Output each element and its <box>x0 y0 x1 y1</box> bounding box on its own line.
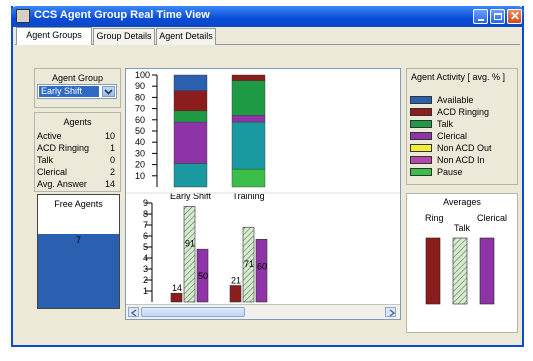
legend-swatch <box>410 168 432 176</box>
stacked-tick-label: 90 <box>135 81 145 91</box>
free-agents-heading: Free Agents <box>54 199 103 209</box>
stacked-segment <box>231 121 266 170</box>
grouped-tick-label: 6 <box>143 231 148 241</box>
stacked-tick-label: 60 <box>135 115 145 125</box>
horizontal-scrollbar[interactable] <box>126 304 400 319</box>
agents-ringing-label: ACD Ringing <box>37 143 90 153</box>
grouped-tick-label: 2 <box>143 275 148 285</box>
agents-active-label: Active <box>37 131 62 141</box>
grouped-bar-value: 91 <box>185 238 195 248</box>
legend-label: Non ACD In <box>437 155 485 165</box>
legend-swatch <box>410 132 432 140</box>
agents-ringing-value: 1 <box>109 143 115 153</box>
grouped-tick-label: 5 <box>143 242 148 252</box>
app-icon <box>16 9 30 23</box>
agents-talk-value: 0 <box>109 155 115 165</box>
maximize-icon <box>494 13 502 20</box>
legend-label: Available <box>437 95 474 105</box>
averages-clerical-label: Clerical <box>477 213 508 223</box>
close-icon: ✕ <box>510 9 521 23</box>
chevron-down-icon[interactable] <box>102 86 115 97</box>
stacked-segment <box>173 163 208 188</box>
title-bar[interactable]: CCS Agent Group Real Time View ✕ <box>11 6 524 27</box>
maximize-button[interactable] <box>490 9 505 24</box>
grouped-bar <box>183 206 196 303</box>
grouped-tick-label: 1 <box>143 286 148 296</box>
legend-swatch <box>410 156 432 164</box>
grouped-bar-value: 60 <box>257 261 267 271</box>
tab-group-details[interactable]: Group Details <box>93 28 155 45</box>
chart-panel: 100 90 80 70 60 50 40 30 20 10 Early Shift Training… <box>125 68 401 320</box>
averages-talk-bar <box>452 237 468 305</box>
averages-bars <box>425 237 495 305</box>
grouped-bar-value: 71 <box>244 259 254 269</box>
stacked-segment <box>173 121 208 164</box>
stacked-tick-label: 20 <box>135 160 145 170</box>
stacked-tick-label: 30 <box>135 148 145 158</box>
grouped-tick-label: 3 <box>143 264 148 274</box>
agents-avg-answer-label: Avg. Answer <box>37 179 87 189</box>
close-button[interactable]: ✕ <box>507 9 522 24</box>
grouped-tick-label: 7 <box>143 220 148 230</box>
agent-group-selected: Early Shift <box>39 86 99 97</box>
legend-label: ACD Ringing <box>437 107 490 117</box>
grouped-bar-value: 21 <box>231 276 241 286</box>
grouped-bar-value: 50 <box>198 271 208 281</box>
legend-label: Non ACD Out <box>437 143 492 153</box>
legend-label: Pause <box>437 167 463 177</box>
agent-group-select[interactable]: Early Shift <box>37 84 117 99</box>
grouped-bar <box>170 292 183 303</box>
agents-clerical-value: 2 <box>109 167 115 177</box>
activity-legend-heading: Agent Activity [ avg. % ] <box>411 72 506 82</box>
averages-ring-label: Ring <box>425 213 444 223</box>
free-agents-value: 7 <box>75 235 81 245</box>
stacked-tick-label: 100 <box>135 70 150 80</box>
agents-active-value: 10 <box>104 131 115 141</box>
scroll-thumb[interactable] <box>141 307 245 317</box>
free-agents-fill: 7 <box>38 234 119 308</box>
stacked-segment <box>231 168 266 188</box>
stacked-tick-label: 70 <box>135 104 145 114</box>
stacked-tick-label: 40 <box>135 137 145 147</box>
legend-label: Clerical <box>437 131 468 141</box>
stacked-segment <box>173 74 208 91</box>
agents-heading: Agents <box>63 117 92 127</box>
grouped-tick-label: 9 <box>143 198 148 208</box>
averages-box: Averages Ring Talk Clerical <box>406 193 518 333</box>
legend-swatch <box>410 120 432 128</box>
averages-heading: Averages <box>443 197 481 207</box>
legend-swatch <box>410 144 432 152</box>
stacked-tick-label: 80 <box>135 92 145 102</box>
stacked-segment <box>231 74 266 81</box>
averages-clerical-bar <box>479 237 495 305</box>
grouped-bar-value: 14 <box>172 283 182 293</box>
scroll-left-button[interactable] <box>128 307 139 317</box>
stacked-segment <box>231 80 266 116</box>
agents-clerical-label: Clerical <box>37 167 68 177</box>
grouped-tick-label: 8 <box>143 209 148 219</box>
agents-avg-answer-value: 14 <box>104 179 115 189</box>
stacked-tick-label: 10 <box>135 171 145 181</box>
stacked-segment <box>173 90 208 112</box>
minimize-button[interactable] <box>473 9 488 24</box>
averages-ring-bar <box>425 237 441 305</box>
stacked-segment <box>173 110 208 123</box>
minimize-icon <box>478 19 484 21</box>
tab-agent-details[interactable]: Agent Details <box>156 28 216 45</box>
legend-swatch <box>410 108 432 116</box>
charts-svg: 100908070605040302010Early Shift Training… <box>126 70 400 303</box>
tab-agent-groups[interactable]: Agent Groups <box>16 27 92 45</box>
legend-label: Talk <box>437 119 454 129</box>
grouped-tick-label: 4 <box>143 253 148 263</box>
legend-swatch <box>410 96 432 104</box>
grouped-bar <box>229 285 242 303</box>
stacked-segment <box>231 115 266 123</box>
agent-group-heading: Agent Group <box>51 73 104 83</box>
window-title: CCS Agent Group Real Time View <box>34 9 210 21</box>
stacked-tick-label: 50 <box>135 126 145 136</box>
scroll-right-button[interactable] <box>385 307 396 317</box>
agents-talk-label: Talk <box>37 155 54 165</box>
free-agents-gauge: Free Agents 7 <box>37 194 120 309</box>
